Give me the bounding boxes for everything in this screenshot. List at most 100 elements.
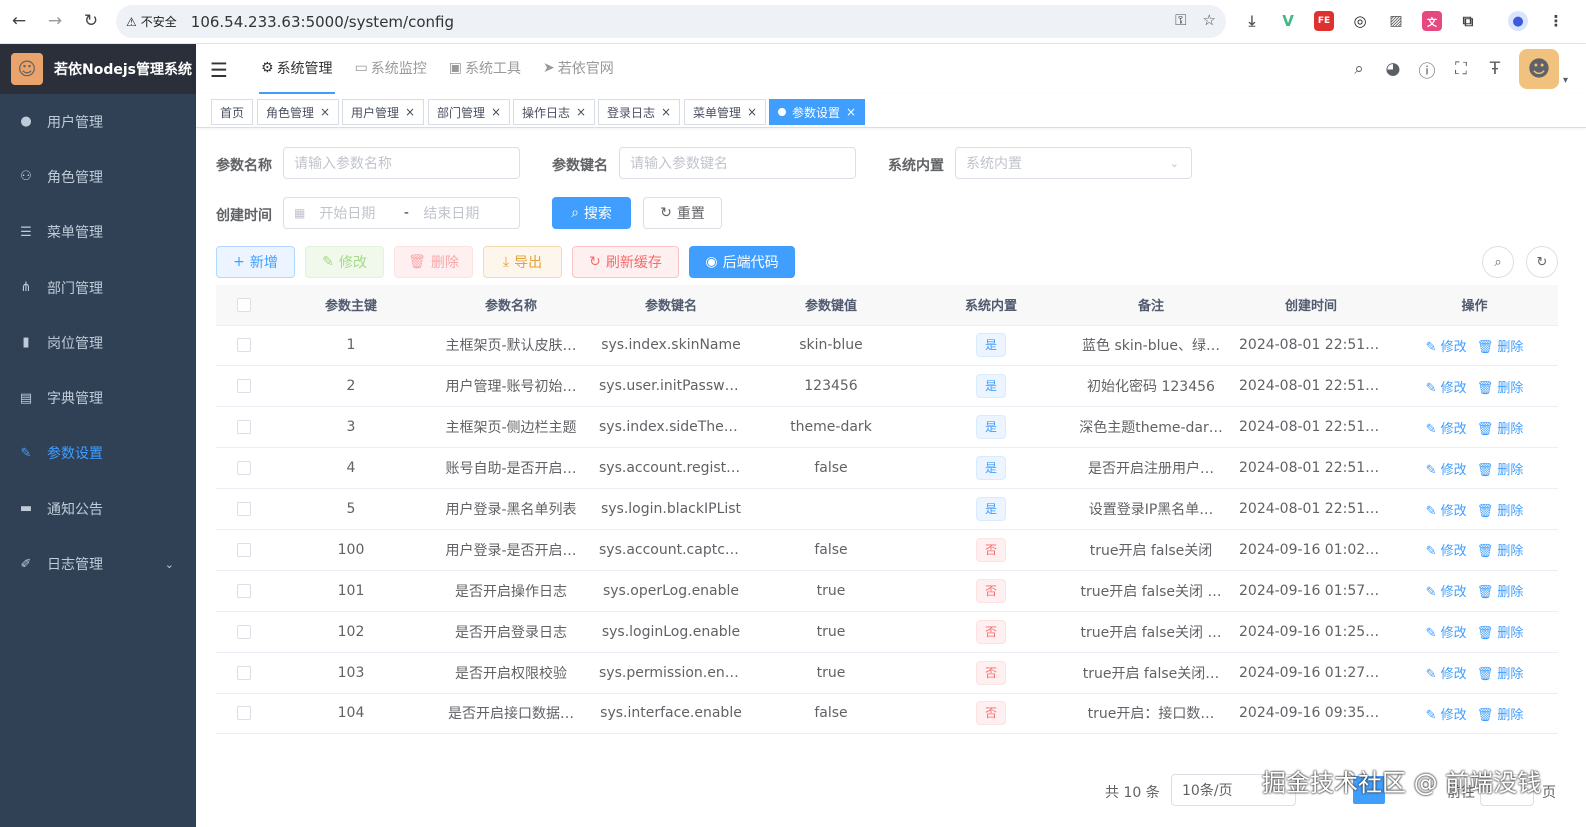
tag-operlog[interactable]: 操作日志 × <box>513 99 596 125</box>
forward-icon[interactable]: → <box>42 8 68 34</box>
row-edit-button[interactable]: ✎ 修改 <box>1426 463 1467 478</box>
vue-devtools-icon[interactable]: V <box>1278 11 1298 31</box>
tag-home[interactable]: 首页 <box>211 99 254 125</box>
tag-loginlog[interactable]: 登录日志 × <box>598 99 681 125</box>
row-checkbox[interactable] <box>236 461 251 476</box>
row-edit-button[interactable]: ✎ 修改 <box>1426 585 1467 600</box>
tag-dept[interactable]: 部门管理 × <box>428 99 511 125</box>
export-button[interactable]: ⤓ 导出 <box>483 246 562 278</box>
row-checkbox[interactable] <box>236 624 251 639</box>
sidebar-logo[interactable]: ☺ 若依Nodejs管理系统 <box>0 44 196 94</box>
tag-user[interactable]: 用户管理 × <box>342 99 425 125</box>
more-menu-icon[interactable]: ⋮ <box>1546 11 1566 31</box>
tag-role[interactable]: 角色管理 × <box>257 99 340 125</box>
refresh-table-icon[interactable]: ↻ <box>1526 246 1558 278</box>
row-edit-button[interactable]: ✎ 修改 <box>1426 340 1467 355</box>
add-button[interactable]: + 新增 <box>216 246 295 278</box>
row-edit-button[interactable]: ✎ 修改 <box>1426 504 1467 519</box>
row-checkbox[interactable] <box>236 542 251 557</box>
image-extension-icon[interactable]: ▨ <box>1386 11 1406 31</box>
tag-menu[interactable]: 菜单管理 × <box>684 99 767 125</box>
row-delete-button[interactable]: 🗑 删除 <box>1477 381 1524 396</box>
close-icon[interactable]: × <box>846 105 856 119</box>
address-bar[interactable]: ⚠ 不安全 106.54.233.63:5000/system/config ⚿ … <box>116 5 1226 38</box>
row-delete-button[interactable]: 🗑 删除 <box>1477 422 1524 437</box>
row-delete-button[interactable]: 🗑 删除 <box>1477 626 1524 641</box>
topmenu-monitor[interactable]: ▭ 系统监控 <box>353 44 429 94</box>
sidebar-item-post[interactable]: ▮ 岗位管理 <box>0 315 196 370</box>
topmenu-system[interactable]: ⚙ 系统管理 <box>259 44 335 94</box>
profile-icon[interactable]: ● <box>1508 11 1528 31</box>
puzzle-icon[interactable]: ⧉ <box>1458 11 1478 31</box>
reload-icon[interactable]: ↻ <box>78 8 104 34</box>
refresh-cache-button[interactable]: ↻ 刷新缓存 <box>572 246 679 278</box>
extension-icon[interactable]: ◎ <box>1350 11 1370 31</box>
translate-extension-icon[interactable]: 文 <box>1422 11 1442 31</box>
font-size-icon[interactable]: Ŧ <box>1485 59 1505 79</box>
delete-button[interactable]: 🗑 删除 <box>394 246 473 278</box>
row-edit-button[interactable]: ✎ 修改 <box>1426 667 1467 682</box>
row-edit-button[interactable]: ✎ 修改 <box>1426 626 1467 641</box>
download-icon[interactable]: ⤓ <box>1242 11 1262 31</box>
row-checkbox[interactable] <box>236 420 251 435</box>
row-delete-button[interactable]: 🗑 删除 <box>1477 585 1524 600</box>
row-delete-button[interactable]: 🗑 删除 <box>1477 504 1524 519</box>
sidebar-item-config[interactable]: ✎ 参数设置 <box>0 426 196 481</box>
page-size-select[interactable]: 10条/页 <box>1171 774 1296 806</box>
sidebar-item-log[interactable]: ✐ 日志管理 ⌄ <box>0 536 196 591</box>
caret-down-icon[interactable]: ▾ <box>1563 75 1568 86</box>
tag-config[interactable]: 参数设置 × <box>769 99 866 125</box>
row-edit-button[interactable]: ✎ 修改 <box>1426 708 1467 723</box>
key-icon[interactable]: ⚿ <box>1175 11 1186 29</box>
config-name-input[interactable]: 请输入参数名称 <box>283 147 520 179</box>
avatar[interactable]: ☻ <box>1518 49 1559 89</box>
toggle-search-icon[interactable]: ⌕ <box>1482 246 1514 278</box>
edit-button[interactable]: ✎ 修改 <box>305 246 384 278</box>
row-edit-button[interactable]: ✎ 修改 <box>1426 544 1467 559</box>
config-key-input[interactable]: 请输入参数键名 <box>619 147 856 179</box>
sidebar-item-role[interactable]: ⚇ 角色管理 <box>0 149 196 204</box>
row-edit-button[interactable]: ✎ 修改 <box>1426 381 1467 396</box>
row-checkbox[interactable] <box>236 379 251 394</box>
github-icon[interactable]: ◕ <box>1383 59 1403 79</box>
question-icon[interactable]: ⓘ <box>1417 59 1437 82</box>
backend-code-button[interactable]: ◉ 后端代码 <box>689 246 795 278</box>
close-icon[interactable]: × <box>491 105 501 119</box>
date-range-picker[interactable]: ▦ 开始日期 - 结束日期 <box>283 197 520 229</box>
row-checkbox[interactable] <box>236 583 251 598</box>
hamburger-icon[interactable]: ☰ <box>210 58 228 82</box>
sidebar-item-user[interactable]: ● 用户管理 <box>0 94 196 149</box>
sidebar-item-notice[interactable]: ▬ 通知公告 <box>0 481 196 536</box>
row-delete-button[interactable]: 🗑 删除 <box>1477 708 1524 723</box>
topmenu-website[interactable]: ➤ 若依官网 <box>541 44 616 94</box>
select-all-checkbox[interactable] <box>236 297 251 312</box>
reset-button[interactable]: ↻ 重置 <box>643 197 722 229</box>
row-delete-button[interactable]: 🗑 删除 <box>1477 340 1524 355</box>
config-type-select[interactable]: 系统内置 ⌄ <box>955 147 1192 179</box>
close-icon[interactable]: × <box>320 105 330 119</box>
close-icon[interactable]: × <box>405 105 415 119</box>
row-checkbox[interactable] <box>236 665 251 680</box>
sidebar-item-dept[interactable]: ⋔ 部门管理 <box>0 260 196 315</box>
close-icon[interactable]: × <box>576 105 586 119</box>
close-icon[interactable]: × <box>747 105 757 119</box>
row-edit-button[interactable]: ✎ 修改 <box>1426 422 1467 437</box>
fullscreen-icon[interactable]: ⛶ <box>1451 59 1471 79</box>
search-button[interactable]: ⌕ 搜索 <box>552 197 631 229</box>
security-indicator[interactable]: ⚠ 不安全 <box>126 13 177 30</box>
row-delete-button[interactable]: 🗑 删除 <box>1477 667 1524 682</box>
row-checkbox[interactable] <box>236 706 251 721</box>
row-checkbox[interactable] <box>236 502 251 516</box>
row-checkbox[interactable] <box>236 338 251 353</box>
row-delete-button[interactable]: 🗑 删除 <box>1477 544 1524 559</box>
search-icon[interactable]: ⌕ <box>1349 59 1369 79</box>
goto-page-input[interactable] <box>1480 774 1534 806</box>
back-icon[interactable]: ← <box>6 8 32 34</box>
url-text[interactable]: 106.54.233.63:5000/system/config <box>191 13 454 31</box>
star-icon[interactable]: ☆ <box>1203 11 1216 29</box>
fe-extension-icon[interactable]: FE <box>1314 11 1334 31</box>
close-icon[interactable]: × <box>661 105 671 119</box>
current-page-button[interactable] <box>1353 776 1385 804</box>
sidebar-item-menu[interactable]: ☰ 菜单管理 <box>0 205 196 260</box>
topmenu-tool[interactable]: ▣ 系统工具 <box>447 44 523 94</box>
